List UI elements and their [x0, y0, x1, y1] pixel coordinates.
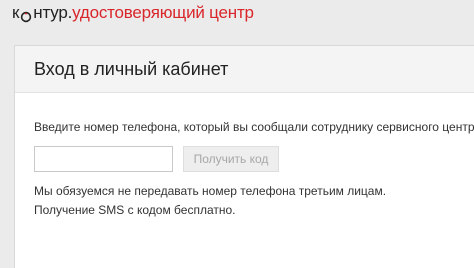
page-title: Вход в личный кабинет — [34, 58, 229, 79]
login-card: Вход в личный кабинет Введите номер теле… — [14, 45, 474, 268]
sms-free-note: Получение SMS с кодом бесплатно. — [34, 203, 236, 217]
logo-text-middle: нтур. — [33, 3, 73, 22]
logo-text-start: к — [12, 3, 20, 22]
login-card-header: Вход в личный кабинет — [15, 46, 474, 93]
logo-mark-icon — [20, 8, 32, 23]
phone-input[interactable] — [34, 146, 173, 172]
get-code-button[interactable]: Получить код — [183, 146, 279, 172]
kontur-logo[interactable]: к нтур. удостоверяющий центр — [12, 2, 254, 24]
privacy-note: Мы обязуемся не передавать номер телефон… — [34, 184, 387, 198]
phone-prompt-text: Введите номер телефона, который вы сообщ… — [34, 120, 474, 134]
logo-text-brand: удостоверяющий центр — [72, 3, 254, 22]
header: к нтур. удостоверяющий центр — [0, 0, 474, 36]
